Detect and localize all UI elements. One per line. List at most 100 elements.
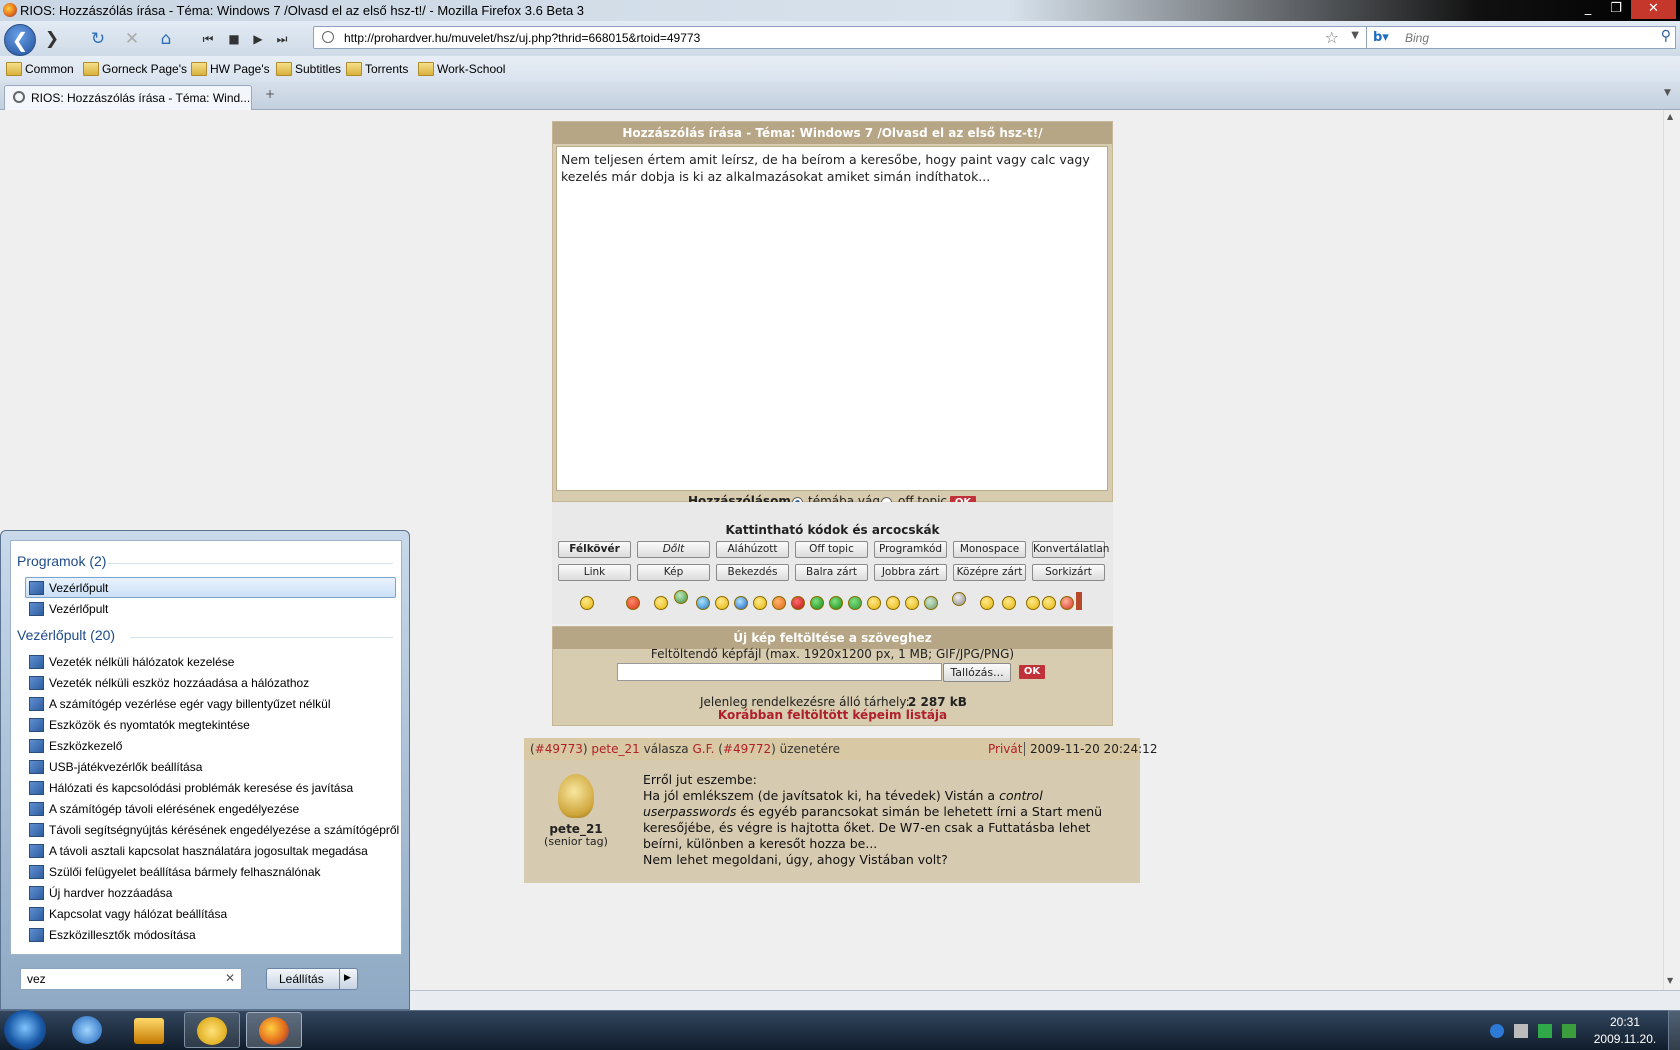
smiley-icon[interactable]	[753, 596, 767, 610]
smiley-icon[interactable]	[772, 596, 786, 610]
play-icon[interactable]: ▶	[246, 28, 270, 50]
stop-button[interactable]: ✕	[120, 28, 144, 50]
first-page-icon[interactable]: ⏮	[196, 28, 220, 50]
cp-item[interactable]: Eszközillesztők módosítása	[27, 928, 196, 942]
shutdown-arrow-icon[interactable]: ▶	[344, 973, 351, 983]
back-button[interactable]: ❮	[4, 24, 36, 56]
home-button[interactable]: ⌂	[154, 28, 178, 50]
minimize-button[interactable]: _	[1575, 0, 1601, 19]
cp-item[interactable]: Hálózati és kapcsolódási problémák keres…	[27, 781, 353, 795]
bookmark-subtitles[interactable]: Subtitles	[274, 62, 341, 76]
smiley-icon[interactable]	[905, 596, 919, 610]
cp-item[interactable]: Távoli segítségnyújtás kérésének engedél…	[27, 823, 399, 837]
new-tab-button[interactable]: +	[258, 87, 282, 107]
tray-icon[interactable]	[1514, 1024, 1528, 1038]
tray-icon[interactable]	[1562, 1024, 1576, 1038]
smiley-icon[interactable]	[1026, 596, 1040, 610]
reply-textarea[interactable]: Nem teljesen értem amit leírsz, de ha be…	[556, 146, 1108, 491]
cp-item[interactable]: A távoli asztali kapcsolat használatára …	[27, 844, 368, 858]
bookmark-star-icon[interactable]: ☆	[1325, 28, 1339, 47]
clock-time[interactable]: 20:31	[1590, 1015, 1660, 1029]
start-orb[interactable]	[4, 1010, 46, 1050]
programs-header[interactable]: Programok (2)	[17, 553, 106, 569]
smiley-icon[interactable]	[696, 596, 710, 610]
control-panel-header[interactable]: Vezérlőpult (20)	[17, 627, 115, 643]
monospace-button[interactable]: Monospace	[953, 541, 1026, 558]
angry-smiley-icon[interactable]	[626, 596, 640, 610]
smiley-icon[interactable]	[1060, 596, 1074, 610]
smiley-icon[interactable]	[810, 596, 824, 610]
program-item[interactable]: Vezérlőpult	[27, 581, 108, 595]
scroll-up-icon[interactable]: ▲	[1667, 112, 1673, 121]
align-left-button[interactable]: Balra zárt	[795, 564, 868, 581]
search-icon[interactable]: ⚲	[1661, 28, 1671, 44]
site-identity-icon[interactable]	[322, 31, 334, 43]
clock-date[interactable]: 2009.11.20.	[1590, 1032, 1660, 1046]
smiley-icon[interactable]	[829, 596, 843, 610]
url-dropdown-icon[interactable]: ▼	[1351, 30, 1359, 41]
cp-item[interactable]: Vezeték nélküli eszköz hozzáadása a háló…	[27, 676, 309, 690]
cp-item[interactable]: Vezeték nélküli hálózatok kezelése	[27, 655, 234, 669]
tab-label[interactable]: RIOS: Hozzászólás írása - Téma: Wind...	[31, 91, 250, 105]
smiley-icon[interactable]	[886, 596, 900, 610]
maximize-button[interactable]: ❐	[1603, 0, 1629, 19]
unconverted-button[interactable]: Konvertálatlan	[1032, 541, 1109, 558]
taskbar-item[interactable]	[184, 1012, 240, 1048]
cp-item[interactable]: USB-játékvezérlők beállítása	[27, 760, 202, 774]
taskbar-item[interactable]	[60, 1012, 116, 1048]
start-search-input[interactable]: vez ✕	[20, 968, 242, 990]
bookmark-gorneck[interactable]: Gorneck Page's	[81, 62, 187, 76]
upload-ok-button[interactable]: OK	[1019, 665, 1045, 679]
cp-item[interactable]: Eszközkezelő	[27, 739, 122, 753]
scroll-down-icon[interactable]: ▼	[1667, 976, 1673, 985]
bold-button[interactable]: Félkövér	[558, 541, 631, 558]
bookmark-work-school[interactable]: Work-School	[416, 62, 505, 76]
smiley-icon[interactable]	[924, 596, 938, 610]
underline-button[interactable]: Aláhúzott	[716, 541, 789, 558]
cp-item[interactable]: Kapcsolat vagy hálózat beállítása	[27, 907, 227, 921]
smiley-icon[interactable]	[1002, 596, 1016, 610]
offtopic-button[interactable]: Off topic	[795, 541, 868, 558]
start-search-value[interactable]: vez	[27, 972, 46, 986]
cp-item[interactable]: Eszközök és nyomtatók megtekintése	[27, 718, 250, 732]
file-path-input[interactable]	[617, 663, 942, 681]
paragraph-button[interactable]: Bekezdés	[716, 564, 789, 581]
cp-item[interactable]: A számítógép vezérlése egér vagy billent…	[27, 697, 331, 711]
stop-square-icon[interactable]: ■	[222, 28, 246, 50]
bookmark-hw[interactable]: HW Page's	[189, 62, 270, 76]
author-name[interactable]: pete_21	[524, 822, 628, 836]
tray-icon[interactable]	[1490, 1024, 1504, 1038]
taskbar-item-firefox[interactable]	[246, 1012, 302, 1048]
smiley-icon[interactable]	[734, 596, 748, 610]
smiley-icon[interactable]	[1042, 596, 1056, 610]
search-box[interactable]: b▾ Bing ⚲	[1366, 26, 1676, 49]
close-button[interactable]: ✕	[1631, 0, 1676, 19]
post-id-link[interactable]: #49773	[535, 742, 583, 756]
tab-list-icon[interactable]: ▼	[1664, 88, 1671, 98]
smiley-icon[interactable]	[580, 596, 594, 610]
shutdown-button[interactable]: Leállítás ▶	[266, 968, 358, 990]
tab-active[interactable]: RIOS: Hozzászólás írása - Téma: Wind...	[4, 85, 252, 110]
reply-to-link[interactable]: G.F.	[692, 742, 714, 756]
browse-button[interactable]: Tallózás...	[943, 663, 1011, 682]
private-link[interactable]: Privát	[988, 742, 1022, 756]
cp-item[interactable]: Új hardver hozzáadása	[27, 886, 172, 900]
last-page-icon[interactable]: ⏭	[270, 28, 294, 50]
taskbar-item[interactable]	[122, 1012, 178, 1048]
smiley-icon[interactable]	[952, 592, 966, 606]
smiley-icon[interactable]	[848, 596, 862, 610]
forward-button[interactable]: ❯	[40, 28, 64, 50]
bookmark-torrents[interactable]: Torrents	[344, 62, 408, 76]
url-text[interactable]: http://prohardver.hu/muvelet/hsz/uj.php?…	[344, 31, 700, 45]
cp-item[interactable]: Szülői felügyelet beállítása bármely fel…	[27, 865, 321, 879]
smiley-icon[interactable]	[715, 596, 729, 610]
uploaded-images-link[interactable]: Korábban feltöltött képeim listája	[552, 708, 1113, 722]
show-desktop-button[interactable]	[1668, 1010, 1680, 1050]
cp-item[interactable]: A számítógép távoli elérésének engedélye…	[27, 802, 299, 816]
smiley-icon[interactable]	[980, 596, 994, 610]
smiley-icon[interactable]	[674, 590, 688, 604]
url-bar[interactable]: http://prohardver.hu/muvelet/hsz/uj.php?…	[313, 26, 1368, 49]
align-right-button[interactable]: Jobbra zárt	[874, 564, 947, 581]
meter-icon[interactable]	[1076, 592, 1082, 610]
program-item[interactable]: Vezérlőpult	[27, 602, 108, 616]
